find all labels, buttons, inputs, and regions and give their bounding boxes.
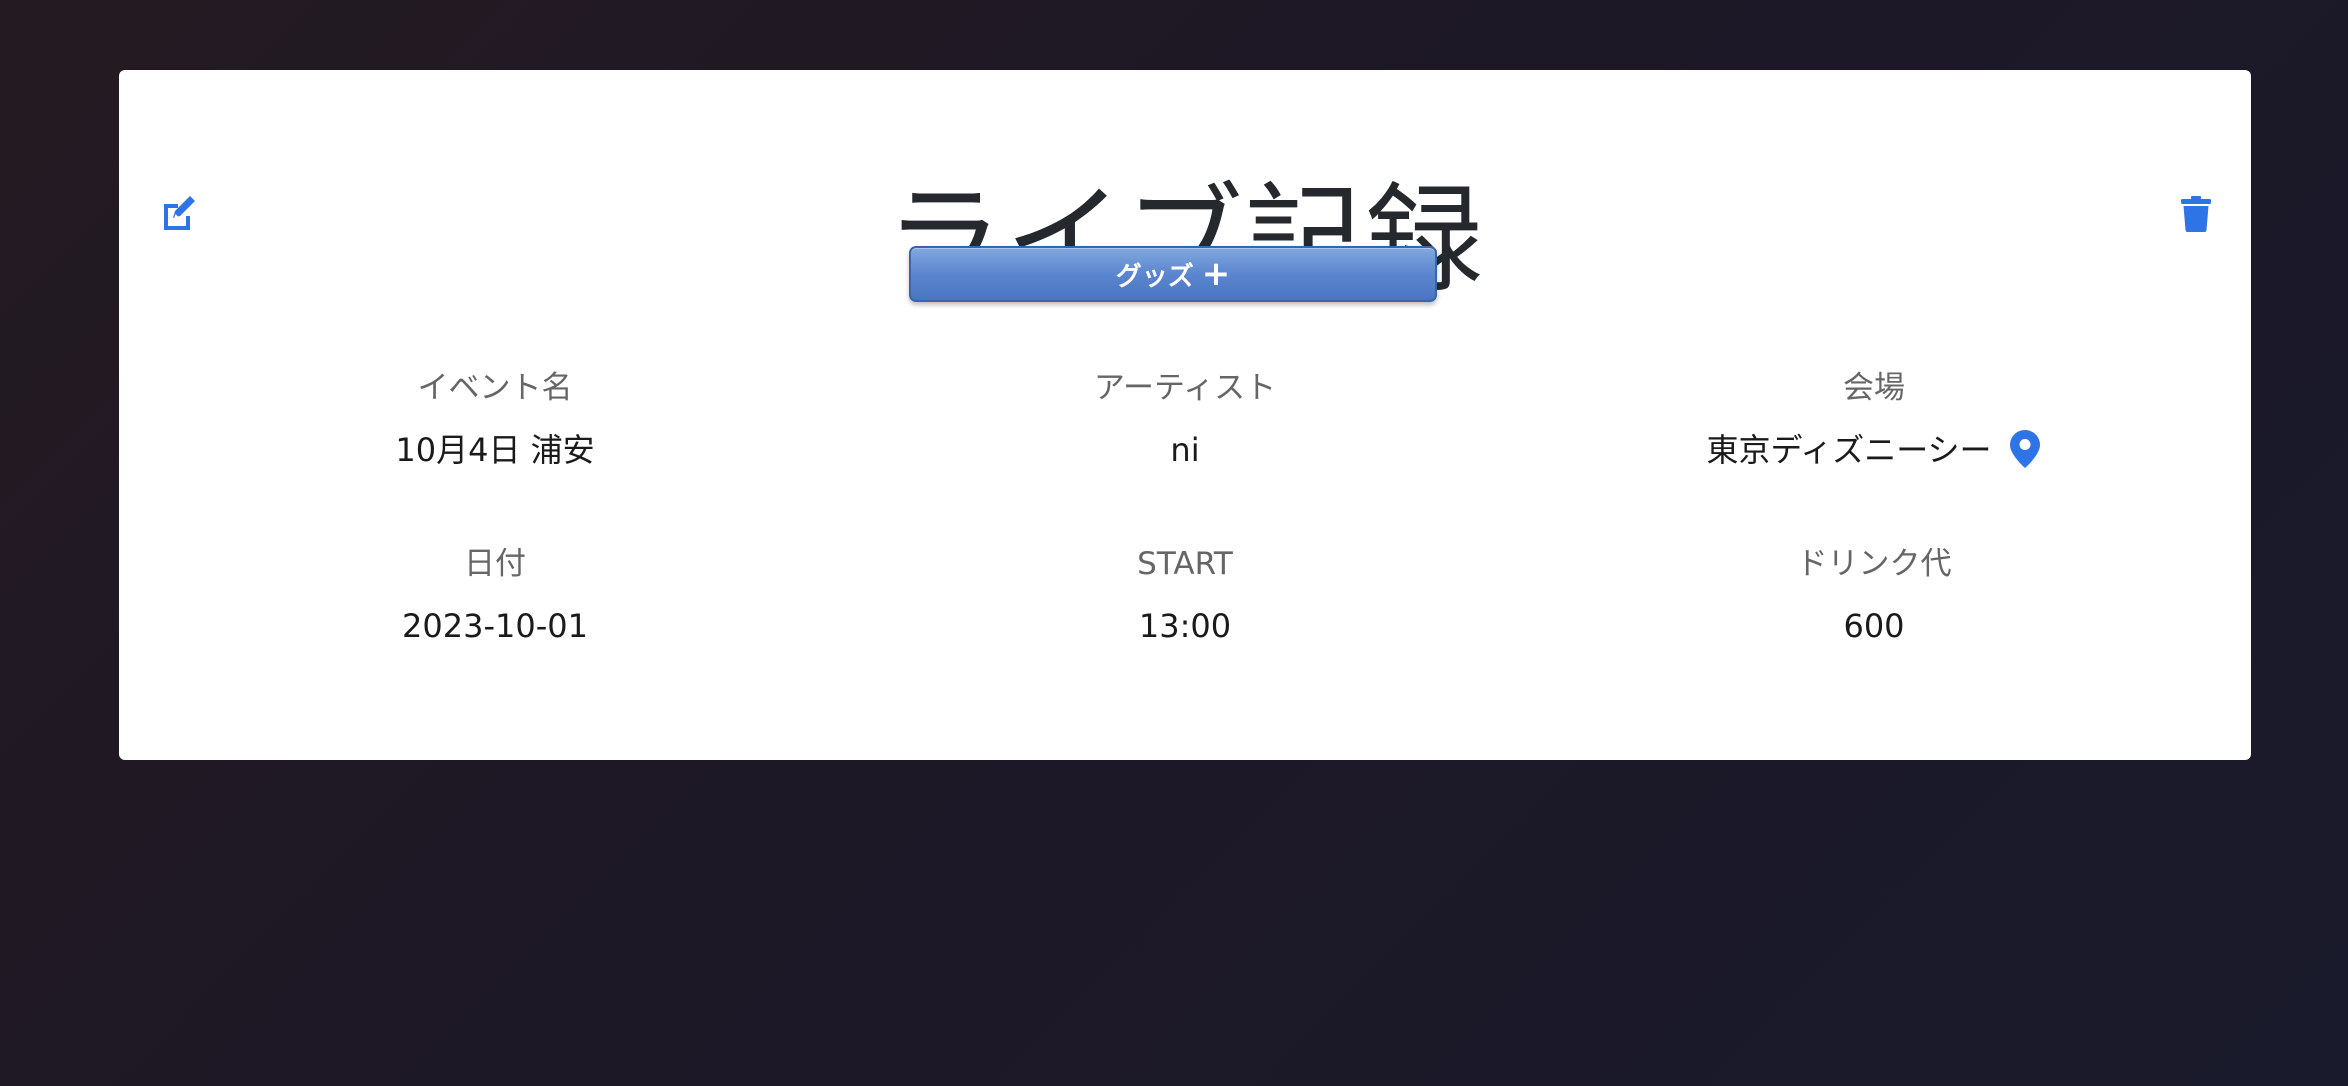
goods-button-label: グッズ [1115,261,1194,292]
artist-value: ni [1170,431,1200,469]
date-value: 2023-10-01 [402,607,588,645]
event-name-field: イベント名 10月4日 浦安 [195,368,795,472]
plus-icon: + [1201,254,1231,294]
map-pin-icon [2009,430,2040,468]
venue-value: 東京ディズニーシー [1706,431,1992,469]
venue-map-link[interactable] [2009,430,2042,470]
artist-label: アーティスト [1093,370,1277,406]
start-time-label: START [1137,546,1233,582]
date-label: 日付 [464,546,526,582]
event-name-label: イベント名 [417,370,573,406]
venue-label: 会場 [1843,370,1905,406]
artist-field: アーティスト ni [885,368,1485,472]
live-record-card: ライブ記録 グッズ + イベント名 10月4日 浦安 アーティスト ni 会場 … [119,70,2251,760]
drink-fee-field: ドリンク代 600 [1574,544,2174,648]
delete-button[interactable] [2174,192,2218,236]
trash-icon [2181,196,2211,232]
date-field: 日付 2023-10-01 [195,544,795,648]
event-name-value: 10月4日 浦安 [395,431,595,469]
start-time-value: 13:00 [1138,607,1232,645]
drink-fee-value: 600 [1843,607,1905,645]
drink-fee-label: ドリンク代 [1796,546,1952,582]
venue-field: 会場 東京ディズニーシー [1574,368,2174,472]
start-time-field: START 13:00 [885,544,1485,648]
add-goods-button[interactable]: グッズ + [909,246,1437,302]
